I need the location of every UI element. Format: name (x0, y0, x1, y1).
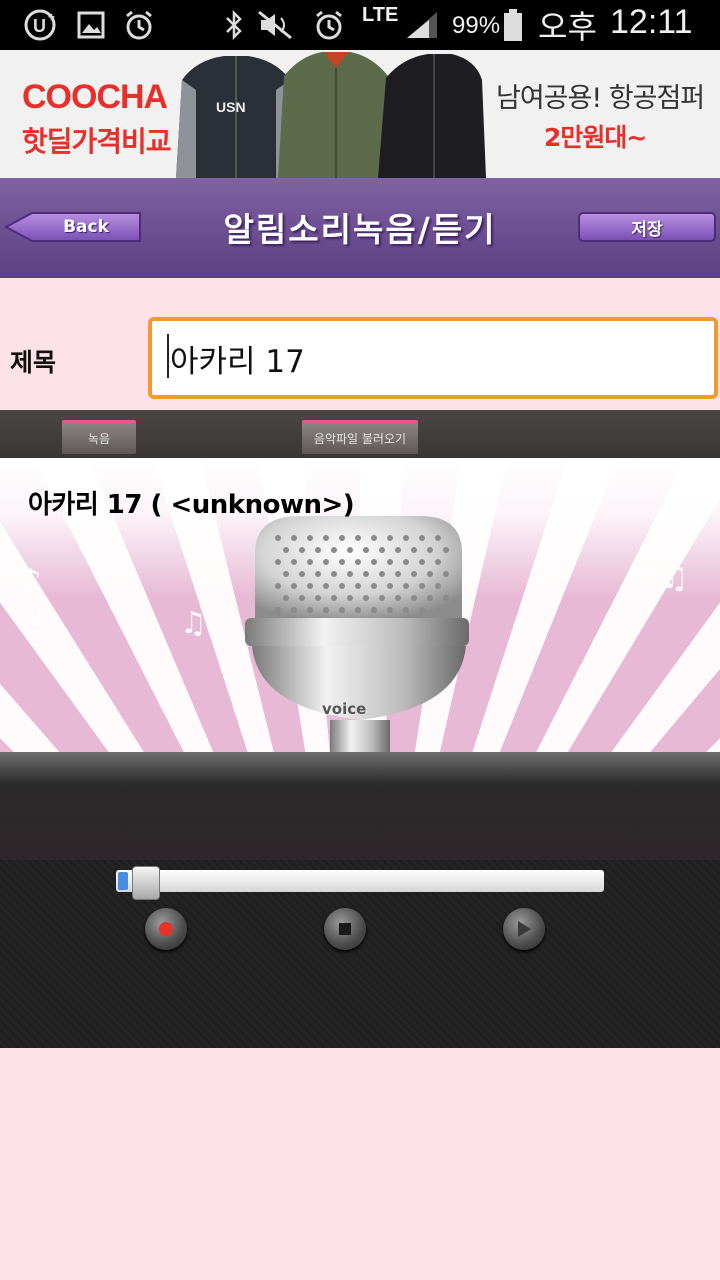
save-button[interactable]: 저장 (578, 212, 716, 242)
ad-brand-tagline: 핫딜가격비교 (22, 125, 172, 158)
text-caret (167, 334, 169, 378)
play-button[interactable] (503, 908, 545, 950)
music-note-icon: ♫ (96, 547, 121, 580)
network-type: LTE (362, 4, 399, 26)
mic-brand: voice (322, 700, 366, 718)
player-panel (0, 752, 720, 1048)
status-bar: U + LTE 99% 오후 12:11 (0, 0, 720, 50)
music-note-icon: ♫ (660, 558, 689, 596)
music-note-icon: ♩ (30, 599, 44, 634)
stop-button[interactable] (324, 908, 366, 950)
progress-thumb[interactable] (131, 866, 160, 900)
music-note-icon: ♫ (180, 606, 207, 641)
ad-banner[interactable]: COOCHA 핫딜가격비교 USN 남여공용! 항공점퍼 2만원대~ (0, 50, 720, 178)
ad-promo-line1: 남여공용! 항공점퍼 (496, 83, 705, 114)
progress-fill (118, 872, 128, 890)
gallery-icon (76, 9, 106, 41)
page-title: 알림소리녹음/듣기 (223, 210, 497, 249)
progress-track[interactable] (116, 870, 604, 892)
alarm-icon (122, 9, 156, 41)
battery-percent: 99% (452, 12, 501, 39)
back-button[interactable]: Back (4, 212, 142, 242)
record-icon (159, 922, 173, 936)
bluetooth-icon (222, 9, 246, 41)
ad-brand-name: COOCHA (22, 78, 168, 116)
music-note-icon: ♪ (20, 562, 42, 602)
svg-text:+: + (48, 10, 55, 24)
battery-icon (502, 9, 524, 41)
jacket-print: USN (216, 99, 246, 115)
stop-icon (339, 923, 351, 935)
ampm-label: 오후 (538, 9, 597, 45)
player-top-band (0, 752, 720, 860)
jackets-image: USN (176, 52, 486, 178)
back-button-label: Back (63, 217, 109, 237)
play-icon (518, 921, 531, 937)
alarm-clock-icon (312, 9, 346, 41)
signal-icon (404, 9, 440, 41)
title-label: 제목 (10, 348, 57, 377)
record-button[interactable] (145, 908, 187, 950)
mute-icon (256, 9, 296, 41)
ad-promo-line2: 2만원대~ (544, 123, 647, 152)
svg-text:U: U (33, 16, 46, 36)
tab-record[interactable]: 녹음 (62, 420, 136, 454)
tab-load-music[interactable]: 음악파일 불러오기 (302, 420, 418, 454)
clock: 12:11 (610, 3, 693, 41)
now-playing-label: 아카리 17 ( <unknown>) (28, 490, 355, 520)
title-input[interactable] (148, 317, 718, 399)
u-plus-icon: U + (24, 9, 60, 41)
